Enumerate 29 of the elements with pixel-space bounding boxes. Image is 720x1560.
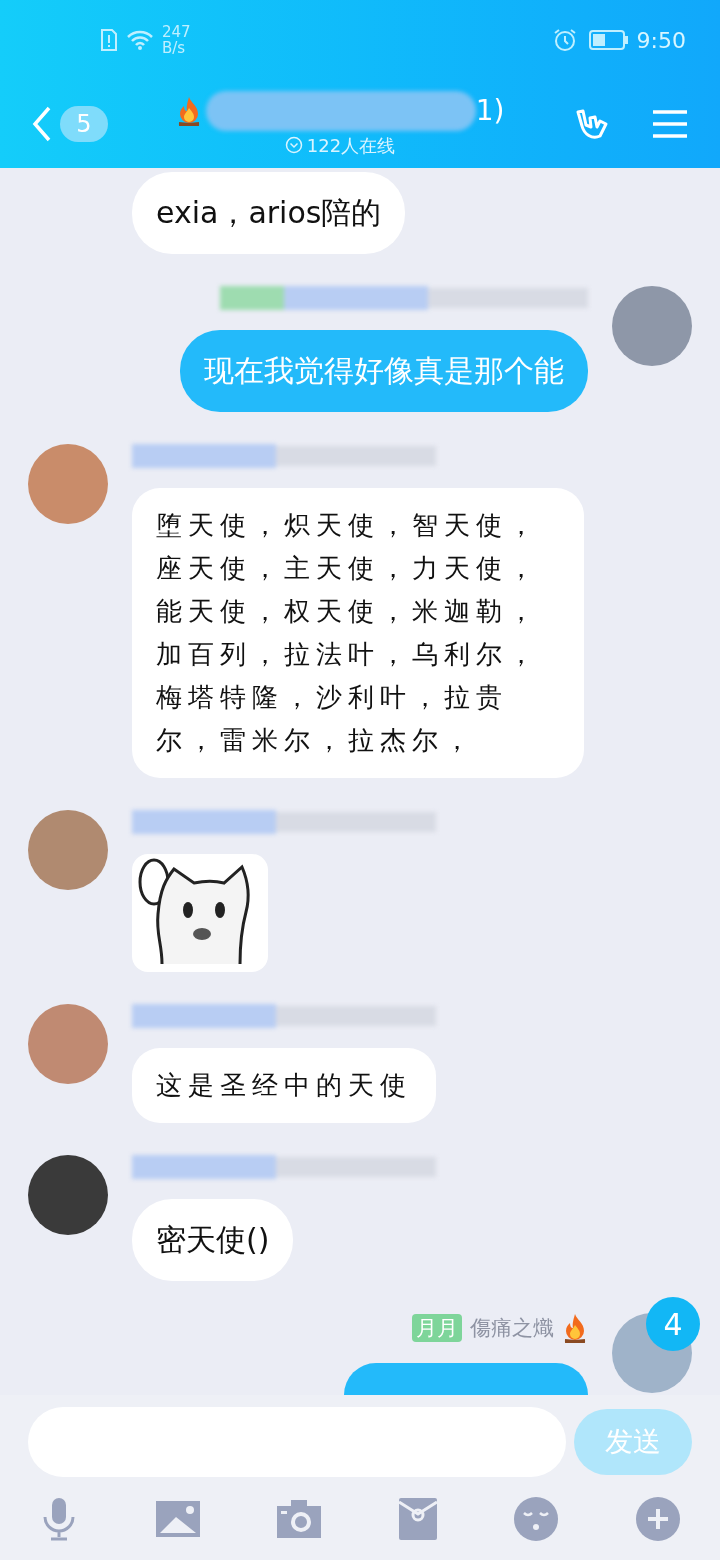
menu-icon[interactable]: [652, 109, 688, 139]
sticker[interactable]: [132, 854, 268, 972]
member-tag: 月月: [412, 1314, 462, 1342]
envelope-icon[interactable]: [398, 1497, 437, 1540]
fire-icon: [562, 1313, 588, 1343]
battery-icon: [588, 29, 629, 51]
camera-icon[interactable]: [277, 1499, 322, 1538]
image-icon[interactable]: [155, 1500, 200, 1537]
message-bubble[interactable]: 现在我觉得好像真是那个能: [180, 330, 588, 412]
chevron-circle-icon: [284, 136, 303, 154]
unread-count: 5: [60, 106, 108, 142]
plus-icon[interactable]: [635, 1496, 680, 1541]
back-button[interactable]: 5: [32, 106, 108, 142]
network-unit: B/s: [162, 40, 187, 56]
message-bubble[interactable]: 密天使(): [132, 1199, 294, 1281]
wifi-icon: [126, 29, 154, 51]
emoji-icon[interactable]: [514, 1496, 559, 1541]
message-bubble[interactable]: 堕天使，炽天使，智天使，座天使，主天使，力天使，能天使，权天使，米迦勒，加百列，拉法叶，乌利尔，梅塔特隆，沙利叶，拉贵尔，雷米尔，拉杰尔，: [132, 488, 584, 778]
unread-badge[interactable]: 4: [646, 1297, 700, 1351]
message-bubble[interactable]: 这是圣经中的天使: [132, 1048, 436, 1123]
back-icon: [32, 106, 52, 142]
message-bubble[interactable]: exia，arios陪的: [132, 172, 406, 254]
alarm-icon: [552, 28, 577, 52]
sim-alert-icon: [100, 28, 118, 52]
sender-name: 傷痛之熾: [470, 1315, 554, 1342]
group-title[interactable]: 1): [475, 89, 505, 132]
clock: 9:50: [636, 26, 686, 55]
online-count[interactable]: 122人在线: [306, 131, 396, 159]
network-speed: 247: [162, 24, 191, 40]
